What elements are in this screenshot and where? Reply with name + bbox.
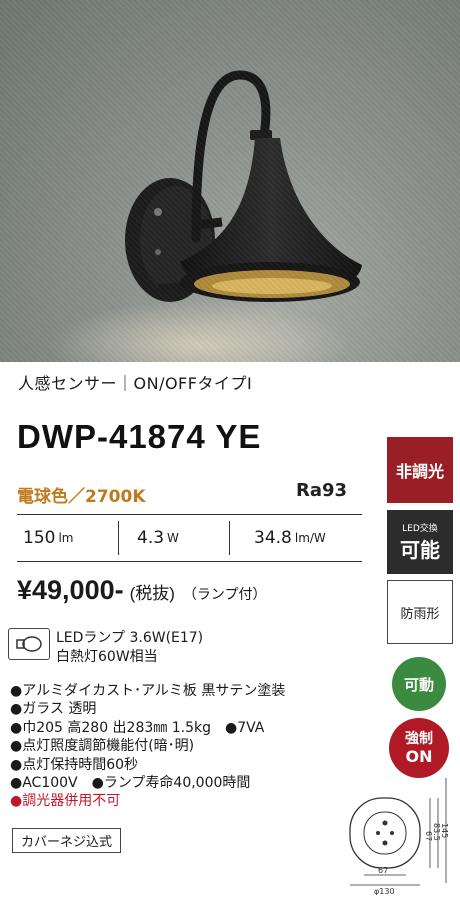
force-on-bottom: ON	[405, 747, 433, 766]
led-replaceable-small: LED交換	[402, 524, 438, 534]
non-dimmable-badge: 非調光	[387, 437, 453, 503]
lamp-spec: LEDランプ 3.6W(E17)	[56, 630, 204, 646]
list-item: ●AC100V ●ランプ寿命40,000時間	[10, 775, 251, 792]
dimension-d1: 67	[424, 831, 433, 841]
dimension-d3: 145	[440, 823, 449, 838]
dimension-w1: 67	[378, 866, 388, 875]
dimension-d2: 83.5	[432, 823, 441, 841]
lamp-equivalent: 白熱灯60W相当	[56, 649, 158, 665]
wall-light-illustration	[50, 70, 362, 362]
list-item: ●点灯照度調節機能付(暗･明)	[10, 738, 195, 755]
force-on-top: 強制	[405, 731, 433, 747]
list-item: ●ガラス 透明	[10, 701, 97, 718]
price-tax-note: (税抜)	[129, 584, 175, 603]
color-temperature: 電球色／2700K	[17, 487, 146, 507]
cover-type-label: カバーネジ込式	[12, 828, 122, 853]
dimmer-warning: ●調光器併用不可	[10, 793, 121, 810]
feature-list: ●アルミダイカスト･アルミ板 黒サテン塗装 ●ガラス 透明 ●巾205 高280…	[10, 682, 285, 811]
price-amount: ¥49,000-	[17, 575, 124, 605]
spec-lumens-value: 150	[23, 528, 56, 548]
spec-efficiency: 34.8 lm/W	[230, 515, 326, 561]
led-replaceable-badge: LED交換 可能	[387, 510, 453, 574]
movable-badge: 可動	[392, 657, 446, 711]
list-item: ●点灯保持時間60秒	[10, 756, 139, 773]
spec-lumens-unit: lm	[58, 531, 74, 545]
list-item: ●アルミダイカスト･アルミ板 黒サテン塗装	[10, 683, 286, 699]
spec-efficiency-value: 34.8	[254, 528, 292, 548]
spec-efficiency-unit: lm/W	[294, 531, 326, 545]
product-photo	[0, 0, 460, 362]
list-item: ●巾205 高280 出283㎜ 1.5kg ●7VA	[10, 719, 265, 736]
spec-watts-unit: W	[167, 531, 179, 545]
sensor-type-subtitle: 人感センサー｜ON/OFFタイプⅠ	[18, 374, 253, 393]
led-replaceable-large: 可能	[400, 538, 440, 562]
dimension-w2: φ130	[374, 887, 395, 895]
price: ¥49,000- (税抜) （ランプ付）	[17, 575, 267, 606]
spec-watts: 4.3 W	[119, 515, 229, 561]
force-on-badge: 強制 ON	[389, 718, 449, 778]
spec-watts-value: 4.3	[137, 528, 165, 548]
color-rendering-index: Ra93	[296, 480, 348, 501]
spec-lumens: 150 lm	[17, 515, 118, 561]
model-number: DWP-41874 YE	[17, 418, 262, 455]
rainproof-badge: 防雨形	[387, 580, 453, 644]
spec-table: 150 lm 4.3 W 34.8 lm/W	[17, 514, 362, 562]
price-lamp-note: （ランプ付）	[182, 586, 267, 602]
lamp-bulb-icon	[8, 628, 50, 660]
dimension-diagram: 67 83.5 145 67 φ130	[349, 778, 449, 895]
